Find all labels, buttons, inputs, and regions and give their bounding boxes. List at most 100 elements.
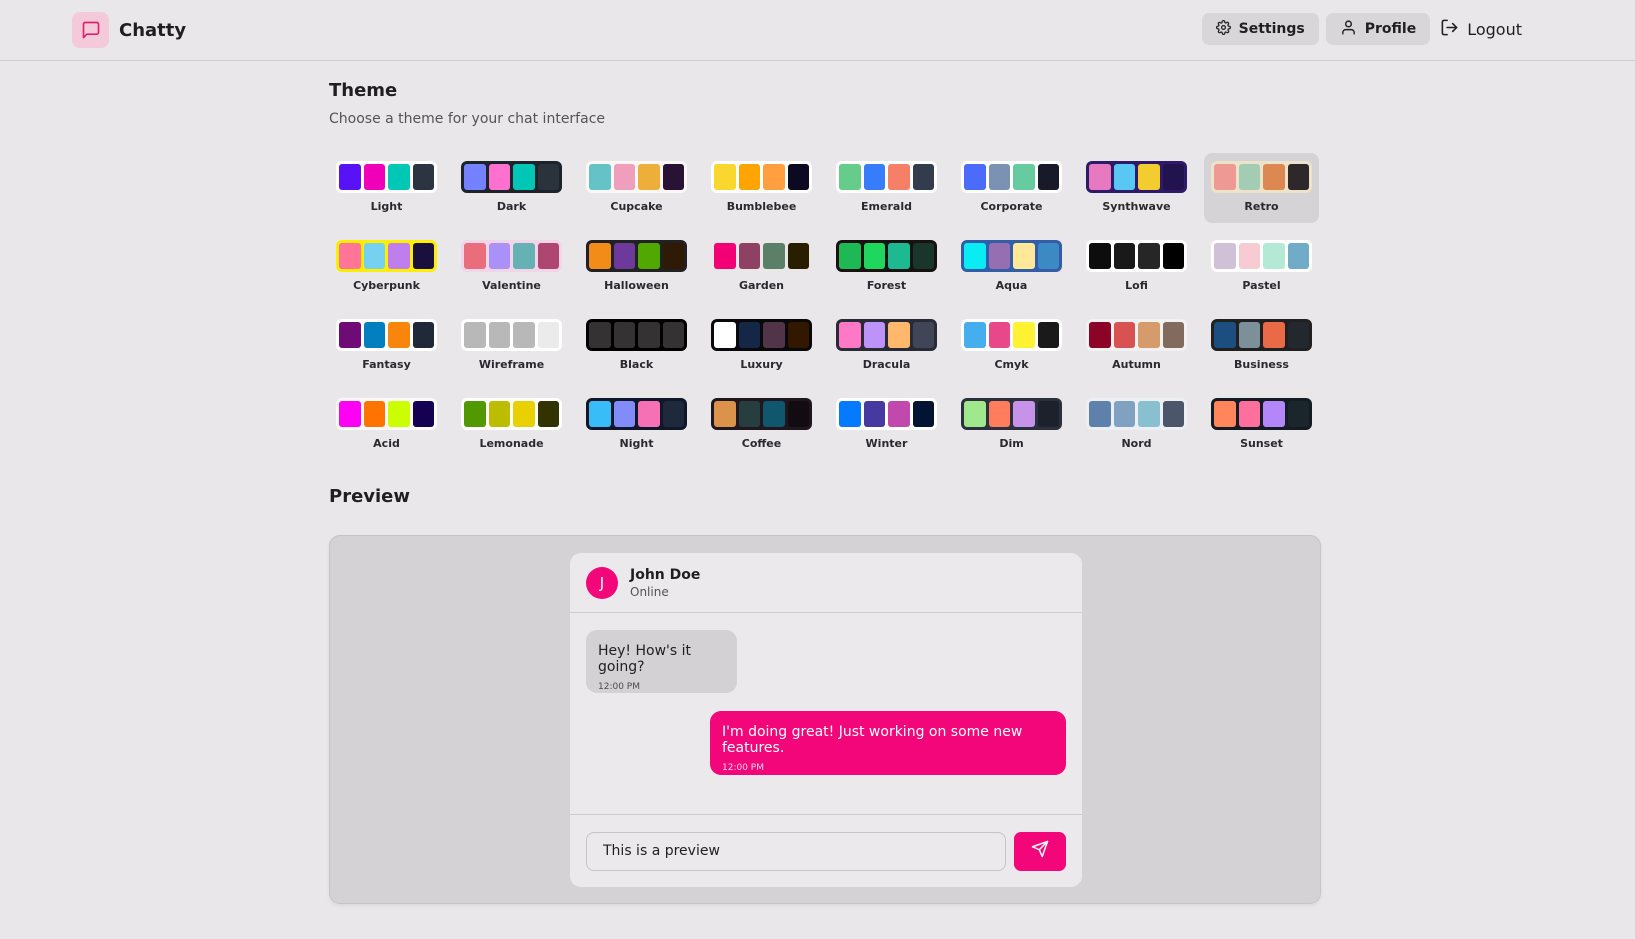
avatar: J	[586, 566, 618, 599]
theme-swatches	[711, 398, 812, 430]
theme-option-nord[interactable]: Nord	[1079, 390, 1194, 460]
theme-option-pastel[interactable]: Pastel	[1204, 232, 1319, 302]
theme-option-autumn[interactable]: Autumn	[1079, 311, 1194, 381]
theme-option-light[interactable]: Light	[329, 153, 444, 223]
theme-option-lemonade[interactable]: Lemonade	[454, 390, 569, 460]
color-swatch	[589, 401, 611, 427]
color-swatch	[662, 401, 684, 427]
color-swatch	[1287, 164, 1309, 190]
theme-option-black[interactable]: Black	[579, 311, 694, 381]
theme-option-dark[interactable]: Dark	[454, 153, 569, 223]
message-input[interactable]	[586, 831, 1006, 871]
theme-option-luxury[interactable]: Luxury	[704, 311, 819, 381]
theme-option-winter[interactable]: Winter	[829, 390, 944, 460]
theme-label: Luxury	[740, 358, 783, 371]
color-swatch	[1113, 322, 1135, 348]
color-swatch	[714, 401, 736, 427]
color-swatch	[613, 322, 635, 348]
color-swatch	[863, 322, 885, 348]
color-swatch	[412, 164, 434, 190]
theme-label: Lemonade	[479, 437, 544, 450]
theme-label: Lofi	[1125, 279, 1148, 292]
theme-option-fantasy[interactable]: Fantasy	[329, 311, 444, 381]
theme-label: Garden	[738, 279, 785, 292]
color-swatch	[464, 243, 486, 269]
color-swatch	[863, 243, 885, 269]
brand-link[interactable]: Chatty	[72, 12, 186, 48]
color-swatch	[589, 164, 611, 190]
profile-button[interactable]: Profile	[1325, 13, 1431, 45]
theme-option-wireframe[interactable]: Wireframe	[454, 311, 569, 381]
color-swatch	[388, 401, 410, 427]
color-swatch	[388, 164, 410, 190]
theme-option-forest[interactable]: Forest	[829, 232, 944, 302]
theme-label: Wireframe	[478, 358, 545, 371]
color-swatch	[339, 322, 361, 348]
color-swatch	[1263, 164, 1285, 190]
message-time: 12:00 PM	[598, 682, 640, 692]
theme-label: Cmyk	[994, 358, 1029, 371]
color-swatch	[613, 401, 635, 427]
theme-option-cupcake[interactable]: Cupcake	[579, 153, 694, 223]
color-swatch	[1287, 401, 1309, 427]
theme-option-emerald[interactable]: Emerald	[829, 153, 944, 223]
theme-option-acid[interactable]: Acid	[329, 390, 444, 460]
color-swatch	[1263, 243, 1285, 269]
theme-label: Bumblebee	[726, 200, 797, 213]
color-swatch	[714, 243, 736, 269]
color-swatch	[1214, 401, 1236, 427]
theme-swatches	[711, 161, 812, 193]
theme-swatches	[961, 319, 1062, 351]
color-swatch	[488, 164, 510, 190]
theme-label: Aqua	[995, 279, 1028, 292]
color-swatch	[488, 401, 510, 427]
color-swatch	[738, 401, 760, 427]
theme-option-valentine[interactable]: Valentine	[454, 232, 569, 302]
theme-label: Pastel	[1242, 279, 1281, 292]
theme-option-retro[interactable]: Retro	[1204, 153, 1319, 223]
color-swatch	[1238, 401, 1260, 427]
theme-label: Nord	[1121, 437, 1152, 450]
logout-icon	[1440, 18, 1467, 41]
send-button[interactable]	[1014, 831, 1066, 871]
theme-option-aqua[interactable]: Aqua	[954, 232, 1069, 302]
color-swatch	[589, 322, 611, 348]
color-swatch	[912, 164, 934, 190]
theme-option-bumblebee[interactable]: Bumblebee	[704, 153, 819, 223]
theme-swatches	[1211, 161, 1312, 193]
message-list: Hey! How's it going? 12:00 PM I'm doing …	[570, 613, 1082, 814]
theme-option-corporate[interactable]: Corporate	[954, 153, 1069, 223]
color-swatch	[613, 164, 635, 190]
theme-option-cmyk[interactable]: Cmyk	[954, 311, 1069, 381]
theme-option-sunset[interactable]: Sunset	[1204, 390, 1319, 460]
theme-option-cyberpunk[interactable]: Cyberpunk	[329, 232, 444, 302]
theme-option-synthwave[interactable]: Synthwave	[1079, 153, 1194, 223]
settings-button[interactable]: Settings	[1201, 13, 1319, 45]
chat-header: J John Doe Online	[570, 553, 1082, 613]
color-swatch	[464, 401, 486, 427]
color-swatch	[537, 322, 559, 348]
theme-heading: Theme	[329, 80, 398, 101]
theme-option-night[interactable]: Night	[579, 390, 694, 460]
theme-option-coffee[interactable]: Coffee	[704, 390, 819, 460]
color-swatch	[888, 322, 910, 348]
preview-heading: Preview	[329, 486, 411, 507]
logout-button[interactable]: Logout	[1430, 13, 1522, 45]
theme-option-halloween[interactable]: Halloween	[579, 232, 694, 302]
color-swatch	[638, 243, 660, 269]
theme-label: Dim	[999, 437, 1024, 450]
color-swatch	[513, 243, 535, 269]
color-swatch	[888, 164, 910, 190]
color-swatch	[738, 164, 760, 190]
theme-option-dracula[interactable]: Dracula	[829, 311, 944, 381]
theme-option-business[interactable]: Business	[1204, 311, 1319, 381]
theme-label: Halloween	[604, 279, 669, 292]
color-swatch	[1113, 401, 1135, 427]
theme-swatches	[1086, 319, 1187, 351]
theme-swatches	[1211, 398, 1312, 430]
theme-option-dim[interactable]: Dim	[954, 390, 1069, 460]
color-swatch	[638, 322, 660, 348]
theme-option-garden[interactable]: Garden	[704, 232, 819, 302]
message-time: 12:00 PM	[722, 763, 764, 773]
theme-option-lofi[interactable]: Lofi	[1079, 232, 1194, 302]
